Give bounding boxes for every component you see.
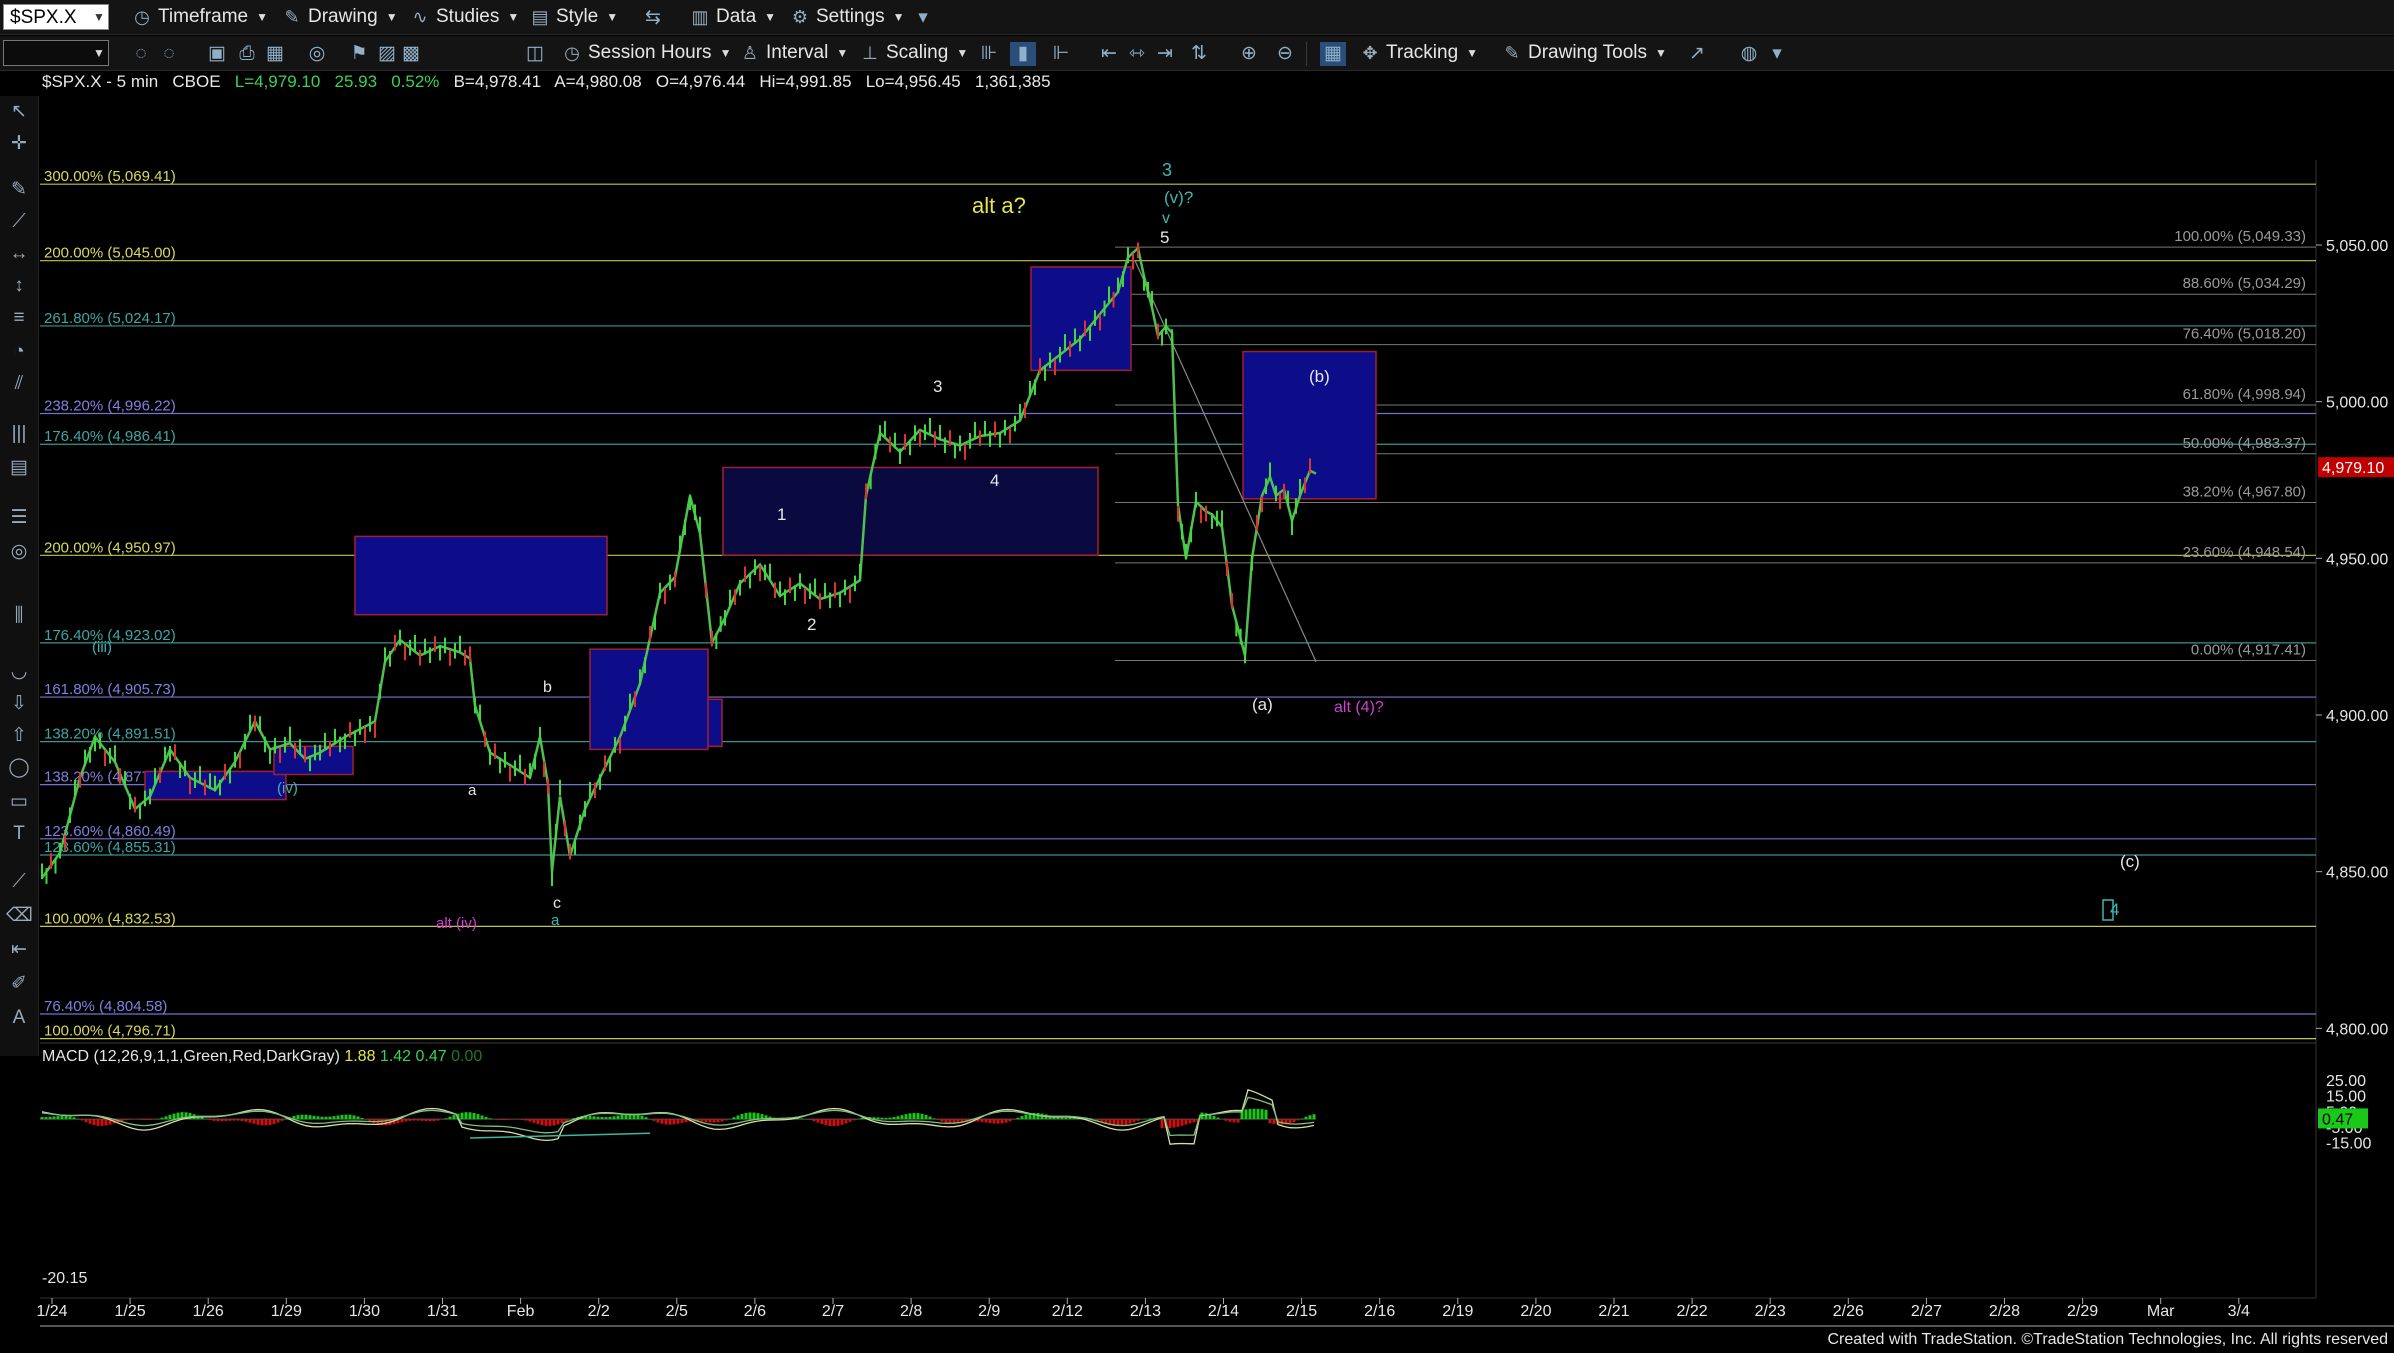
macd-header-value: 0.47 bbox=[411, 1048, 447, 1065]
fib-level-label: 238.20% (4,996.22) bbox=[44, 398, 176, 415]
fib-level-label: 261.80% (5,024.17) bbox=[44, 310, 176, 327]
date-tick-label: 2/8 bbox=[900, 1303, 922, 1320]
date-tick-label: 2/20 bbox=[1520, 1303, 1551, 1320]
date-tick-label: 2/16 bbox=[1364, 1303, 1395, 1320]
wave-label: 5 bbox=[1160, 228, 1169, 247]
fib-level-label: 300.00% (5,069.41) bbox=[44, 168, 176, 185]
fib-level-label: 200.00% (4,950.97) bbox=[44, 539, 176, 556]
fib-retracement-label: 50.00% (4,983.37) bbox=[2183, 435, 2306, 452]
date-tick-label: 1/31 bbox=[427, 1303, 458, 1320]
date-tick-label: 2/21 bbox=[1598, 1303, 1629, 1320]
macd-tick-label: -15.00 bbox=[2326, 1136, 2371, 1153]
date-tick-label: 2/29 bbox=[2067, 1303, 2098, 1320]
macd-tick-label: 15.00 bbox=[2326, 1089, 2366, 1106]
macd-line bbox=[41, 1088, 1315, 1145]
fib-retracement-label: 38.20% (4,967.80) bbox=[2183, 484, 2306, 501]
wave-label: c bbox=[553, 895, 561, 912]
date-tick-label: Mar bbox=[2147, 1303, 2175, 1320]
wave-label: (b) bbox=[1309, 367, 1330, 386]
date-tick-label: 2/27 bbox=[1911, 1303, 1942, 1320]
wave-label: v bbox=[1162, 210, 1170, 227]
wave-label: 4 bbox=[990, 471, 999, 490]
fib-retracement-label: 0.00% (4,917.41) bbox=[2191, 641, 2306, 658]
price-chart[interactable]: 300.00% (5,069.41)200.00% (5,045.00)261.… bbox=[0, 0, 2394, 1353]
date-tick-label: 2/13 bbox=[1130, 1303, 1161, 1320]
date-tick-label: 2/28 bbox=[1989, 1303, 2020, 1320]
fib-retracement-label: 23.60% (4,948.54) bbox=[2183, 544, 2306, 561]
macd-tick-label: 25.00 bbox=[2326, 1073, 2366, 1090]
price-tick-label: 5,000.00 bbox=[2326, 395, 2388, 412]
macd-min-label: -20.15 bbox=[42, 1270, 87, 1287]
price-tick-label: 4,850.00 bbox=[2326, 865, 2388, 882]
footer-credit: Created with TradeStation. ©TradeStation… bbox=[1827, 1331, 2388, 1348]
date-tick-label: 2/5 bbox=[666, 1303, 688, 1320]
date-tick-label: 2/15 bbox=[1286, 1303, 1317, 1320]
date-tick-label: 2/6 bbox=[744, 1303, 766, 1320]
fib-level-label: 138.20% (4,891.51) bbox=[44, 726, 176, 743]
macd-current-label: 0.47 bbox=[2322, 1111, 2353, 1128]
fib-retracement-label: 88.60% (5,034.29) bbox=[2183, 275, 2306, 292]
wave-label: (iv) bbox=[277, 780, 298, 797]
macd-header-value: MACD (12,26,9,1,1,Green,Red,DarkGray) bbox=[42, 1048, 340, 1065]
fib-level-label: 161.80% (4,905.73) bbox=[44, 681, 176, 698]
date-tick-label: 1/26 bbox=[193, 1303, 224, 1320]
date-tick-label: 2/19 bbox=[1442, 1303, 1473, 1320]
fib-retracement-label: 61.80% (4,998.94) bbox=[2183, 386, 2306, 403]
date-tick-label: 1/29 bbox=[271, 1303, 302, 1320]
date-tick-label: 1/24 bbox=[36, 1303, 67, 1320]
wave-label: (a) bbox=[1252, 695, 1273, 714]
wave-label: a bbox=[468, 782, 477, 799]
wave-label: alt (iv) bbox=[436, 915, 477, 932]
wave-label: alt (4)? bbox=[1334, 699, 1384, 716]
macd-header-value: 0.00 bbox=[447, 1048, 483, 1065]
wave-label: 2 bbox=[807, 615, 816, 634]
macd-header: MACD (12,26,9,1,1,Green,Red,DarkGray) 1.… bbox=[42, 1048, 482, 1065]
wave-label: (c) bbox=[2120, 852, 2140, 871]
macd-header-value: 1.42 bbox=[375, 1048, 411, 1065]
date-tick-label: 2/7 bbox=[822, 1303, 844, 1320]
date-tick-label: 1/30 bbox=[349, 1303, 380, 1320]
date-tick-label: Feb bbox=[507, 1303, 535, 1320]
date-tick-label: 2/12 bbox=[1052, 1303, 1083, 1320]
price-tick-label: 4,900.00 bbox=[2326, 708, 2388, 725]
date-tick-label: 2/23 bbox=[1755, 1303, 1786, 1320]
fib-retracement-label: 76.40% (5,018.20) bbox=[2183, 326, 2306, 343]
date-tick-label: 2/26 bbox=[1833, 1303, 1864, 1320]
target-box bbox=[589, 648, 709, 751]
wave-label: 3 bbox=[1162, 160, 1172, 180]
fib-level-label: 100.00% (4,796.71) bbox=[44, 1023, 176, 1040]
current-price-label: 4,979.10 bbox=[2322, 460, 2384, 477]
wave-label: 1 bbox=[777, 505, 786, 524]
price-tick-label: 4,800.00 bbox=[2326, 1021, 2388, 1038]
date-tick-label: 2/9 bbox=[978, 1303, 1000, 1320]
fib-level-label: 200.00% (5,045.00) bbox=[44, 245, 176, 262]
fib-retracement-label: 100.00% (5,049.33) bbox=[2174, 228, 2306, 245]
fib-level-label: 176.40% (4,986.41) bbox=[44, 428, 176, 445]
target-box bbox=[354, 535, 608, 616]
price-tick-label: 5,050.00 bbox=[2326, 238, 2388, 255]
date-tick-label: 2/22 bbox=[1677, 1303, 1708, 1320]
wave-label: (iii) bbox=[92, 639, 112, 656]
wave-label: a bbox=[551, 912, 560, 929]
date-tick-label: 2/14 bbox=[1208, 1303, 1239, 1320]
wave-label: (v)? bbox=[1164, 188, 1193, 207]
wave-label: 4 bbox=[2110, 900, 2119, 919]
date-tick-label: 1/25 bbox=[115, 1303, 146, 1320]
fib-level-label: 76.40% (4,804.58) bbox=[44, 998, 167, 1015]
target-box bbox=[1030, 266, 1132, 372]
price-tick-label: 4,950.00 bbox=[2326, 551, 2388, 568]
macd-header-value: 1.88 bbox=[340, 1048, 376, 1065]
fib-level-label: 100.00% (4,832.53) bbox=[44, 910, 176, 927]
wave-label: b bbox=[543, 679, 552, 696]
wave-label: alt a? bbox=[972, 193, 1026, 218]
date-tick-label: 2/2 bbox=[588, 1303, 610, 1320]
wave-label: 3 bbox=[933, 377, 942, 396]
date-tick-label: 3/4 bbox=[2228, 1303, 2250, 1320]
